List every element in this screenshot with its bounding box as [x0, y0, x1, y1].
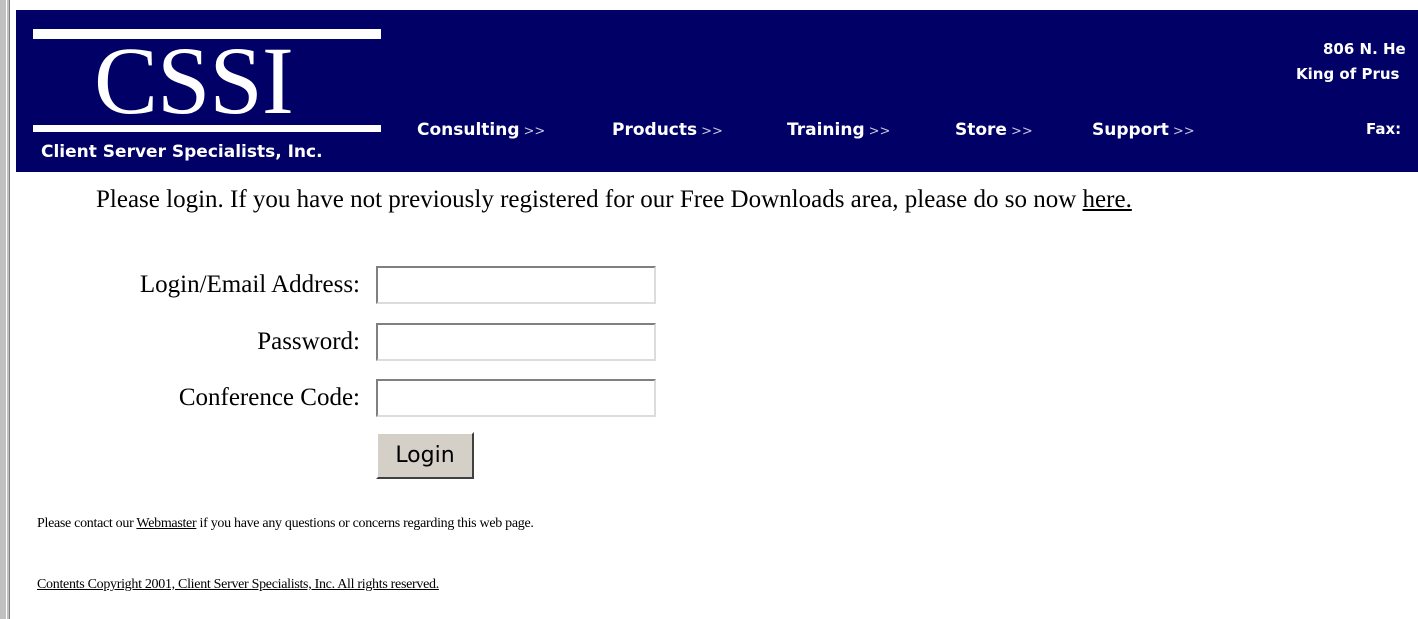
window-frame-edge	[0, 0, 10, 619]
nav-arrow-icon: >>	[1010, 124, 1033, 139]
header-banner: CSSI Client Server Specialists, Inc. Con…	[16, 10, 1418, 172]
nav-arrow-icon: >>	[523, 124, 546, 139]
contact-suffix: if you have any questions or concerns re…	[196, 516, 534, 531]
conference-code-input[interactable]	[376, 379, 656, 417]
intro-text: Please login. If you have not previously…	[96, 186, 1132, 214]
fax-label: Fax:	[1366, 120, 1402, 138]
nav-store[interactable]: Store >>	[955, 120, 1033, 140]
address-line-2: King of Prus	[1296, 65, 1400, 83]
contact-prefix: Please contact our	[37, 516, 137, 531]
password-label: Password:	[257, 328, 360, 355]
login-email-input[interactable]	[376, 266, 656, 304]
intro-message: Please login. If you have not previously…	[96, 186, 1083, 213]
nav-consulting[interactable]: Consulting >>	[417, 120, 545, 140]
logo-subtitle: Client Server Specialists, Inc.	[41, 142, 323, 162]
nav-products[interactable]: Products >>	[612, 120, 723, 140]
contact-text: Please contact our Webmaster if you have…	[37, 516, 534, 532]
login-email-label: Login/Email Address:	[139, 271, 360, 298]
login-button[interactable]: Login	[376, 432, 474, 479]
password-input[interactable]	[376, 323, 656, 361]
nav-consulting-label: Consulting	[417, 120, 520, 140]
address-line-1: 806 N. He	[1323, 40, 1406, 58]
nav-arrow-icon: >>	[1172, 124, 1195, 139]
nav-support[interactable]: Support >>	[1092, 120, 1195, 140]
nav-support-label: Support	[1092, 120, 1169, 140]
nav-arrow-icon: >>	[868, 124, 891, 139]
nav-training[interactable]: Training >>	[787, 120, 890, 140]
copyright-link[interactable]: Contents Copyright 2001, Client Server S…	[37, 577, 439, 592]
nav-training-label: Training	[787, 120, 865, 140]
nav-arrow-icon: >>	[701, 124, 723, 139]
logo[interactable]: CSSI	[94, 33, 294, 129]
nav-products-label: Products	[612, 120, 698, 140]
webmaster-link[interactable]: Webmaster	[136, 516, 196, 531]
conference-code-label: Conference Code:	[178, 384, 360, 411]
copyright-text[interactable]: Contents Copyright 2001, Client Server S…	[37, 577, 439, 593]
register-link[interactable]: here.	[1083, 186, 1132, 213]
nav-store-label: Store	[955, 120, 1007, 140]
logo-rule-bottom	[33, 125, 381, 132]
